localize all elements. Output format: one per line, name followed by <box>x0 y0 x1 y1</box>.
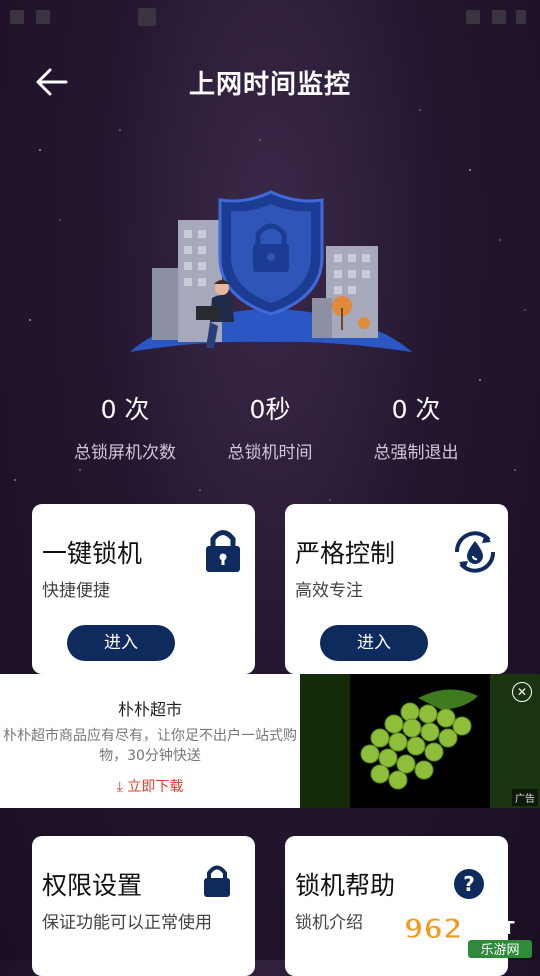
wifi-icon <box>466 10 480 24</box>
ad-text-block: 朴朴超市 朴朴超市商品应有尽有，让你足不出户一站式购物，30分钟快送 ⤓ 立即下… <box>0 674 300 808</box>
download-icon: ⤓ <box>116 779 123 795</box>
ad-image[interactable]: ✕ 广告 <box>300 674 540 808</box>
lock-icon <box>204 865 230 897</box>
stat-lock-time: 0秒 总锁机时间 <box>190 392 350 463</box>
card-title: 严格控制 <box>295 539 396 568</box>
stats-row: 0 次 总锁屏机次数 0秒 总锁机时间 0 次 总强制退出 <box>0 392 540 472</box>
ad-badge: 广告 <box>512 789 538 806</box>
svg-text:.NET: .NET <box>468 918 515 939</box>
stat-lock-count: 0 次 总锁屏机次数 <box>45 392 205 463</box>
card-title: 权限设置 <box>42 871 143 900</box>
enter-button[interactable]: 进入 <box>320 625 428 661</box>
help-icon: ? <box>454 869 484 899</box>
stat-force-exit: 0 次 总强制退出 <box>336 392 496 463</box>
ad-download-label: 立即下载 <box>127 779 184 795</box>
svg-text:乐游网: 乐游网 <box>480 943 519 958</box>
card-title: 锁机帮助 <box>295 871 396 900</box>
starfield-background <box>14 109 526 501</box>
app-header: 上网时间监控 <box>0 52 540 112</box>
card-subtitle: 锁机介绍 <box>295 913 363 933</box>
stat-label: 总强制退出 <box>373 443 459 463</box>
enter-button[interactable]: 进入 <box>67 625 175 661</box>
stat-label: 总锁机时间 <box>227 443 313 463</box>
card-subtitle: 保证功能可以正常使用 <box>42 913 212 933</box>
svg-text:?: ? <box>463 872 475 896</box>
grapes-image <box>300 674 540 808</box>
lock-icon <box>206 530 240 572</box>
ad-title: 朴朴超市 <box>117 700 182 719</box>
stat-label: 总锁屏机次数 <box>74 443 176 463</box>
svg-text:962: 962 <box>404 912 462 945</box>
cycle-drop-icon <box>454 531 496 573</box>
page-title: 上网时间监控 <box>188 70 351 100</box>
battery-icon <box>516 10 526 24</box>
status-icon <box>36 10 50 24</box>
card-subtitle: 高效专注 <box>295 581 363 601</box>
card-one-key-lock[interactable]: 一键锁机 快捷便捷 进入 <box>32 504 255 674</box>
status-icon <box>10 10 24 24</box>
stat-value: 0 次 <box>391 395 441 424</box>
ad-description: 朴朴超市商品应有尽有，让你足不出户一站式购物，30分钟快送 <box>3 728 297 764</box>
status-icon <box>138 8 156 26</box>
card-title: 一键锁机 <box>42 539 143 568</box>
advertisement-banner[interactable]: 朴朴超市 朴朴超市商品应有尽有，让你足不出户一站式购物，30分钟快送 ⤓ 立即下… <box>0 674 540 808</box>
card-subtitle: 快捷便捷 <box>42 581 110 601</box>
stat-value: 0 次 <box>100 395 150 424</box>
ad-close-button[interactable]: ✕ <box>512 682 532 702</box>
card-strict-control[interactable]: 严格控制 高效专注 进入 <box>285 504 508 674</box>
ad-download-link[interactable]: ⤓ 立即下载 <box>0 776 300 796</box>
site-watermark: 962 .NET 乐游网 <box>402 908 538 960</box>
watermark-logo: 962 .NET 乐游网 <box>403 911 532 958</box>
stat-value: 0秒 <box>249 395 291 424</box>
security-illustration <box>130 190 412 352</box>
card-permission-settings[interactable]: 权限设置 保证功能可以正常使用 <box>32 836 255 976</box>
status-bar <box>0 0 540 32</box>
signal-icon <box>492 10 506 24</box>
